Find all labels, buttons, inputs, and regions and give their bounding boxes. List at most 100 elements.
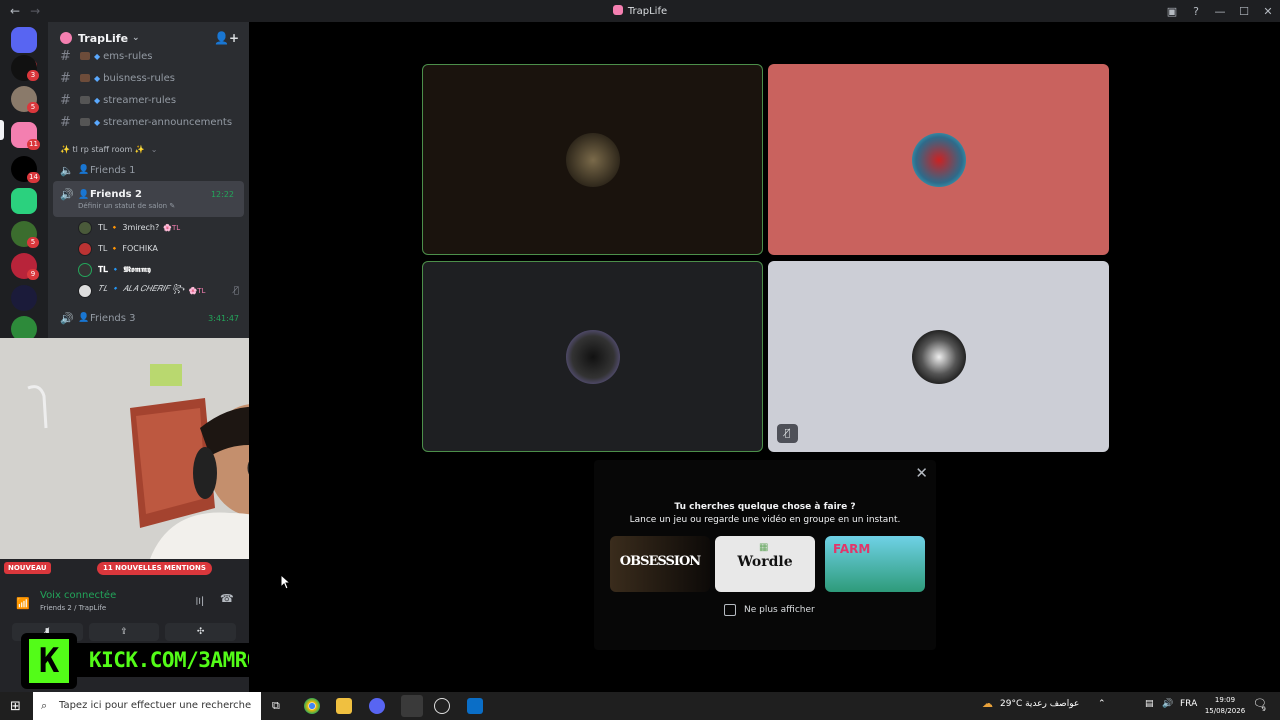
selected-server-pill: [0, 120, 4, 140]
category-label: ✨ tl rp staff room ✨: [60, 144, 145, 154]
activity-card-farm[interactable]: FARM: [825, 536, 925, 592]
avatar: [78, 283, 92, 298]
voice-channel-friends-1[interactable]: 🔈 👤 Friends 1: [48, 159, 249, 181]
server-badge: 3: [27, 70, 39, 81]
windows-taskbar: ⊞ ⌕ Tapez ici pour effectuer une recherc…: [0, 692, 1280, 720]
server-badge: 11: [27, 139, 40, 150]
minimize-icon[interactable]: —: [1208, 5, 1232, 18]
video-tile[interactable]: [422, 261, 763, 452]
channel-streamer-rules[interactable]: # ◆ streamer-rules: [48, 89, 249, 111]
nav-buttons: ← →: [0, 4, 40, 18]
chrome-icon[interactable]: [304, 698, 320, 714]
member-name: 𝐓𝐋 🔹 𝕸𝖔𝖒𝖒𝖞: [98, 264, 151, 274]
avatar: [911, 132, 966, 187]
clock-date: 15/08/2026: [1204, 707, 1246, 715]
file-explorer-icon[interactable]: [336, 698, 352, 714]
back-icon[interactable]: ←: [10, 4, 20, 18]
server-icon-kick[interactable]: [11, 188, 37, 214]
voice-channel-friends-3[interactable]: 🔊 👤 Friends 3 3:41:47: [48, 307, 249, 329]
channel-emoji: [80, 52, 90, 60]
app-taskbar-icon[interactable]: [467, 698, 483, 714]
channel-buisness-rules[interactable]: # ◆ buisness-rules: [48, 67, 249, 89]
new-badge[interactable]: NOUVEAU: [4, 562, 51, 574]
muted-mic-icon: 🎙̸: [233, 285, 239, 296]
taskbar-search[interactable]: ⌕ Tapez ici pour effectuer une recherche: [33, 692, 261, 720]
video-tile[interactable]: [422, 64, 763, 255]
voice-member[interactable]: 𝐓𝐋 🔹 𝕸𝖔𝖒𝖒𝖞: [48, 259, 249, 280]
activity-card-wordle[interactable]: ▦ Wordle: [715, 536, 815, 592]
task-view-icon[interactable]: ⧉: [272, 699, 280, 713]
hash-icon: #: [60, 70, 71, 86]
hash-icon: #: [60, 114, 71, 130]
channel-label: streamer-rules: [103, 94, 177, 106]
voice-member[interactable]: 𝑇𝐿 🔹 𝐴𝐿𝐴 𝐶𝐻𝐸𝑅𝐼𝐹 ꧂ 🌸TL 🎙̸: [48, 280, 249, 301]
kick-overlay: K KICK.COM/3AMROUCH: [21, 633, 296, 689]
channel-emoji: [80, 96, 90, 104]
kick-logo: K: [21, 633, 77, 689]
guild-icon: [60, 32, 72, 44]
voice-status-subtitle[interactable]: Friends 2 / TrapLife: [40, 604, 106, 612]
avatar: [911, 329, 966, 384]
voice-member[interactable]: TL 🔸 FOCHIKA: [48, 238, 249, 259]
discord-taskbar-icon[interactable]: [369, 698, 385, 714]
activity-card-obsession[interactable]: OBSESSION: [610, 536, 710, 592]
noise-suppression-icon[interactable]: 〣: [194, 593, 205, 609]
voice-timer: 3:41:47: [208, 313, 239, 323]
grid-icon: ▦: [759, 542, 769, 553]
clock[interactable]: 19:09 15/08/2026: [1203, 695, 1247, 717]
clock-time: 19:09: [1214, 696, 1236, 704]
invite-icon[interactable]: 👤+: [214, 31, 239, 45]
chevron-down-icon: ⌄: [150, 144, 158, 154]
weather-text[interactable]: 29°C عواصف رعدية: [1000, 699, 1079, 709]
server-badge: 14: [27, 172, 40, 183]
video-tile[interactable]: [768, 64, 1109, 255]
speaker-icon: 🔈: [60, 163, 74, 177]
language-indicator[interactable]: FRA: [1180, 699, 1197, 709]
new-mentions-pill[interactable]: 11 NOUVELLES MENTIONS: [97, 562, 212, 575]
obs-icon[interactable]: [434, 698, 450, 714]
channel-streamer-announcements[interactable]: # ◆ streamer-announcements: [48, 111, 249, 133]
inbox-icon[interactable]: ▣: [1160, 5, 1184, 18]
avatar: [565, 132, 620, 187]
category-staff-room[interactable]: ✨ tl rp staff room ✨ ⌄: [48, 139, 249, 159]
home-button[interactable]: [11, 27, 37, 53]
diamond-icon: ◆: [94, 73, 101, 83]
muted-mic-icon: 🎙̸: [777, 424, 798, 443]
close-icon[interactable]: ✕: [1256, 5, 1280, 18]
dont-show-again-label[interactable]: Ne plus afficher: [744, 605, 815, 615]
avatar: [78, 262, 92, 277]
voice-channel-label: Friends 1: [90, 164, 136, 176]
channel-list: TrapLife ⌄ 👤+ # ◆ ems-rules # ◆ buisness-rul…: [48, 22, 249, 338]
voice-status-title[interactable]: Voix connectée: [40, 590, 116, 601]
channel-label: streamer-announcements: [103, 116, 233, 128]
voice-channel-friends-2[interactable]: 🔊 👤 Friends 2 12:22 Définir un statut de sa…: [53, 181, 244, 217]
disconnect-icon[interactable]: ☎: [220, 592, 234, 605]
member-tag: 🌸TL: [188, 286, 206, 295]
help-icon[interactable]: ?: [1184, 5, 1208, 18]
dont-show-again-checkbox[interactable]: [724, 604, 736, 616]
hash-icon: #: [60, 48, 71, 64]
voice-member[interactable]: TL 🔸 3mirech? 🌸TL: [48, 217, 249, 238]
signal-icon[interactable]: 📶: [16, 597, 30, 610]
diamond-icon: ◆: [94, 95, 101, 105]
network-icon[interactable]: ▤: [1145, 699, 1154, 709]
chrome-icon[interactable]: [401, 695, 423, 717]
chevron-up-icon[interactable]: ⌃: [1098, 699, 1106, 709]
avatar: [565, 329, 620, 384]
chevron-down-icon: ⌄: [132, 33, 140, 43]
server-icon[interactable]: [11, 285, 37, 311]
maximize-icon[interactable]: ☐: [1232, 5, 1256, 18]
activity-name: FARM: [833, 542, 871, 556]
volume-icon[interactable]: 🔊: [1162, 699, 1173, 709]
channel-ems-rules[interactable]: # ◆ ems-rules: [48, 45, 249, 67]
avatar: [78, 241, 92, 256]
mouse-cursor: [281, 575, 291, 589]
channel-status[interactable]: Définir un statut de salon ✎: [60, 202, 175, 210]
close-icon[interactable]: ✕: [915, 464, 928, 482]
voice-channel-label: Friends 2: [90, 189, 143, 200]
windows-start-icon[interactable]: ⊞: [10, 699, 21, 714]
weather-icon[interactable]: ☁: [982, 697, 993, 710]
voice-connection-panel: 📶 Voix connectée Friends 2 / TrapLife 〣 …: [6, 587, 243, 623]
video-tile[interactable]: 🎙̸: [768, 261, 1109, 452]
forward-icon[interactable]: →: [30, 4, 40, 18]
